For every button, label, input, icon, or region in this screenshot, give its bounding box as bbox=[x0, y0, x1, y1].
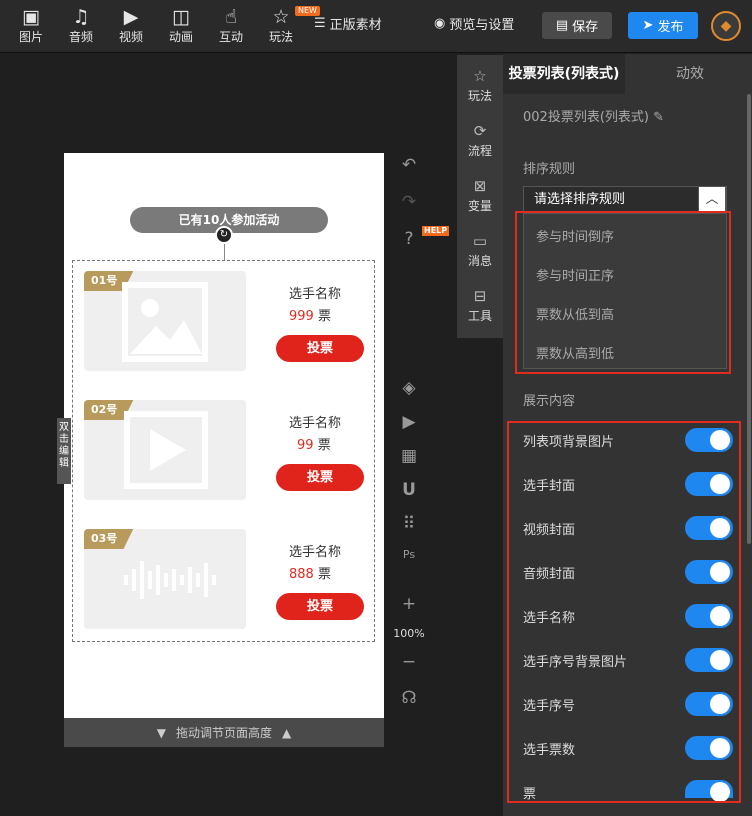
player-name: 选手名称 bbox=[289, 545, 342, 560]
vtool-gameplay[interactable]: ☆ 玩法 bbox=[457, 67, 503, 104]
music-icon: ♫ bbox=[72, 6, 90, 28]
film-icon: ◫ bbox=[172, 6, 190, 28]
player-number: 03号 bbox=[84, 529, 134, 549]
toolbar-interaction[interactable]: ☝ 互动 bbox=[208, 6, 254, 45]
vtool-flow[interactable]: ⟳ 流程 bbox=[457, 122, 503, 159]
hand-icon: ☝ bbox=[225, 6, 237, 28]
ps-icon[interactable]: Ps bbox=[396, 548, 422, 561]
eye-icon: ◉ bbox=[434, 16, 446, 31]
grid-icon[interactable]: ⠿ bbox=[396, 514, 422, 534]
toolbar-animation[interactable]: ◫ 动画 bbox=[158, 6, 204, 45]
cycle-icon: ⟳ bbox=[473, 122, 487, 140]
headset-icon[interactable]: ☊ bbox=[396, 688, 422, 708]
handle-line bbox=[224, 244, 225, 260]
player-votes: 99 票 bbox=[297, 438, 331, 453]
image-icon: ▣ bbox=[22, 6, 40, 28]
phone-preview: 已有10人参加活动 ↻ 01号 选手名称 999 票 投票 02号 选手名称 9… bbox=[64, 153, 384, 718]
video-icon: ▶ bbox=[123, 6, 139, 28]
display-title: 展示内容 bbox=[523, 394, 576, 409]
double-click-edit-tag[interactable]: 双击编辑 bbox=[57, 418, 71, 484]
redo-icon[interactable]: ↷ bbox=[396, 192, 422, 212]
vote-button[interactable]: 投票 bbox=[276, 593, 364, 620]
star-icon: ☆ bbox=[473, 67, 487, 85]
audio-wave-icon bbox=[124, 561, 216, 599]
image-icon bbox=[122, 282, 208, 362]
component-name[interactable]: 002投票列表(列表式) ✎ bbox=[523, 106, 664, 125]
chevron-up-icon[interactable]: ︿ bbox=[698, 186, 726, 214]
film-icon[interactable]: ▦ bbox=[396, 446, 422, 466]
publish-button[interactable]: ➤ 发布 bbox=[628, 12, 698, 39]
vote-button[interactable]: 投票 bbox=[276, 464, 364, 491]
zoom-level: 100% bbox=[393, 627, 425, 640]
help-badge: HELP bbox=[422, 226, 450, 236]
player-cover: 01号 bbox=[84, 271, 246, 371]
zoom-in-icon[interactable]: + bbox=[396, 594, 422, 614]
highlight-box-dropdown bbox=[515, 211, 731, 374]
player-votes: 888 票 bbox=[289, 567, 331, 582]
vtool-tools[interactable]: ⊟ 工具 bbox=[457, 287, 503, 324]
play-icon bbox=[124, 411, 208, 489]
vote-list-component[interactable]: 01号 选手名称 999 票 投票 02号 选手名称 99 票 投票 03号 选… bbox=[72, 260, 375, 642]
tab-vote-list[interactable]: 投票列表(列表式) bbox=[503, 54, 625, 94]
layers-icon[interactable]: ◈ bbox=[396, 378, 422, 398]
top-toolbar: ▣ 图片 ♫ 音频 ▶ 视频 ◫ 动画 ☝ 互动 ☆ 玩法 NEW ☰ 正版素材 ◉ 预览与设置… bbox=[0, 0, 752, 53]
sort-title: 排序规则 bbox=[523, 162, 576, 177]
magnet-icon[interactable]: U bbox=[396, 480, 422, 500]
avatar[interactable]: ◆ bbox=[711, 11, 741, 41]
preview-settings-link[interactable]: ◉ 预览与设置 bbox=[434, 14, 514, 33]
highlight-box-display bbox=[507, 421, 741, 803]
tab-effects[interactable]: 动效 bbox=[628, 54, 752, 94]
send-icon: ➤ bbox=[642, 18, 654, 33]
vote-button[interactable]: 投票 bbox=[276, 335, 364, 362]
player-cover: 02号 bbox=[84, 400, 246, 500]
play-icon[interactable]: ▶ bbox=[396, 412, 422, 432]
vertical-tools: ☆ 玩法 ⟳ 流程 ⊠ 变量 ▭ 消息 ⊟ 工具 bbox=[457, 55, 503, 338]
undo-icon[interactable]: ↶ bbox=[396, 155, 422, 175]
message-icon: ▭ bbox=[472, 232, 488, 250]
rotate-handle-icon[interactable]: ↻ bbox=[215, 226, 233, 244]
pencil-icon[interactable]: ✎ bbox=[653, 110, 664, 125]
zoom-out-icon[interactable]: − bbox=[396, 652, 422, 672]
vtool-message[interactable]: ▭ 消息 bbox=[457, 232, 503, 269]
save-button[interactable]: ▤ 保存 bbox=[542, 12, 612, 39]
toolbox-icon: ⊟ bbox=[473, 287, 487, 305]
player-name: 选手名称 bbox=[289, 416, 342, 431]
player-name: 选手名称 bbox=[289, 287, 342, 302]
floppy-icon: ▤ bbox=[555, 18, 569, 33]
panel-scrollbar[interactable] bbox=[747, 94, 751, 544]
toolbar-audio[interactable]: ♫ 音频 bbox=[58, 6, 104, 45]
player-cover: 03号 bbox=[84, 529, 246, 629]
page-height-bar[interactable]: ▼ 拖动调节页面高度 ▲ bbox=[64, 718, 384, 747]
list-icon: ☰ bbox=[314, 16, 326, 31]
arrow-down-icon: ▼ bbox=[156, 725, 166, 740]
vtool-variable[interactable]: ⊠ 变量 bbox=[457, 177, 503, 214]
toolbar-video[interactable]: ▶ 视频 bbox=[108, 6, 154, 45]
help-icon[interactable]: ? bbox=[396, 229, 422, 249]
sort-select[interactable]: 请选择排序规则 ︿ bbox=[523, 186, 727, 214]
variable-icon: ⊠ bbox=[473, 177, 487, 195]
arrow-up-icon: ▲ bbox=[282, 725, 292, 740]
materials-link[interactable]: ☰ 正版素材 bbox=[314, 14, 382, 33]
toolbar-image[interactable]: ▣ 图片 bbox=[8, 6, 54, 45]
player-votes: 999 票 bbox=[289, 309, 331, 324]
